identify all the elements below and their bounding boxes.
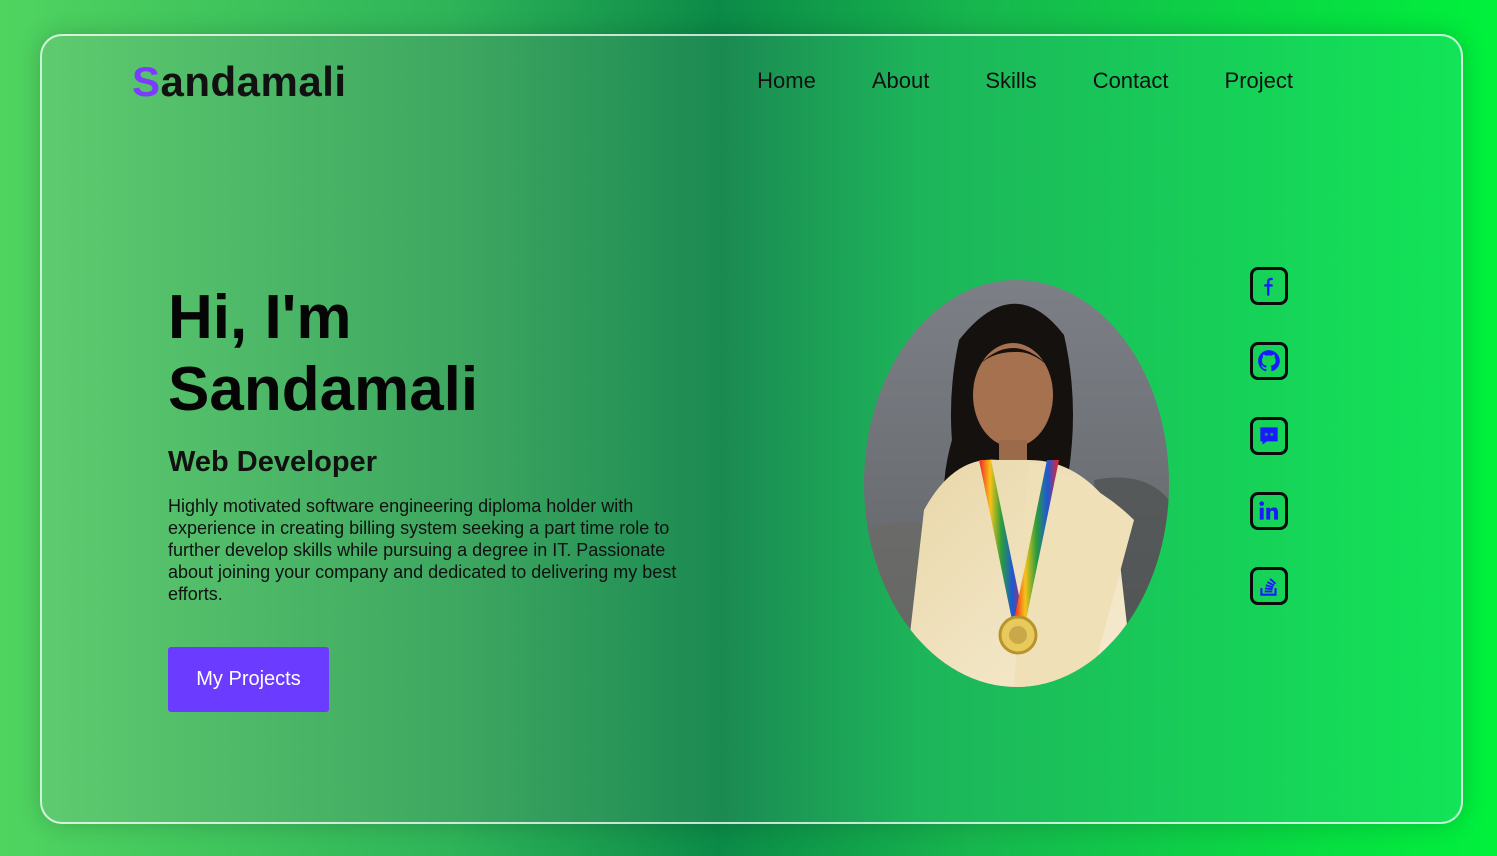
facebook-link[interactable] (1250, 267, 1288, 305)
discord-icon (1260, 427, 1278, 445)
brand-logo-rest: andamali (160, 58, 347, 105)
my-projects-button[interactable]: My Projects (168, 647, 329, 712)
nav-contact[interactable]: Contact (1093, 68, 1169, 94)
stackoverflow-link[interactable] (1250, 567, 1288, 605)
nav-skills[interactable]: Skills (985, 68, 1036, 94)
hero-role: Web Developer (168, 446, 377, 478)
github-link[interactable] (1250, 342, 1288, 380)
facebook-icon (1264, 277, 1273, 296)
hero-card: Sandamali Home About Skills Contact Proj… (40, 34, 1463, 824)
github-icon (1258, 350, 1280, 372)
hero-heading-line1: Hi, I'm (168, 283, 352, 352)
brand-logo-initial: S (132, 58, 161, 105)
linkedin-link[interactable] (1250, 492, 1288, 530)
hero-description: Highly motivated software engineering di… (168, 496, 677, 604)
hero-heading-line2: Sandamali (168, 355, 479, 424)
social-links (1250, 267, 1288, 605)
main-nav: Home About Skills Contact Project (757, 68, 1293, 94)
linkedin-icon (1259, 501, 1278, 520)
hero-heading: Hi, I'm Sandamali (168, 282, 588, 426)
nav-about[interactable]: About (872, 68, 930, 94)
stackoverflow-icon (1260, 578, 1277, 596)
brand-logo[interactable]: Sandamali (132, 58, 347, 106)
discord-link[interactable] (1250, 417, 1288, 455)
profile-photo (864, 280, 1169, 687)
nav-project[interactable]: Project (1225, 68, 1293, 94)
nav-home[interactable]: Home (757, 68, 816, 94)
